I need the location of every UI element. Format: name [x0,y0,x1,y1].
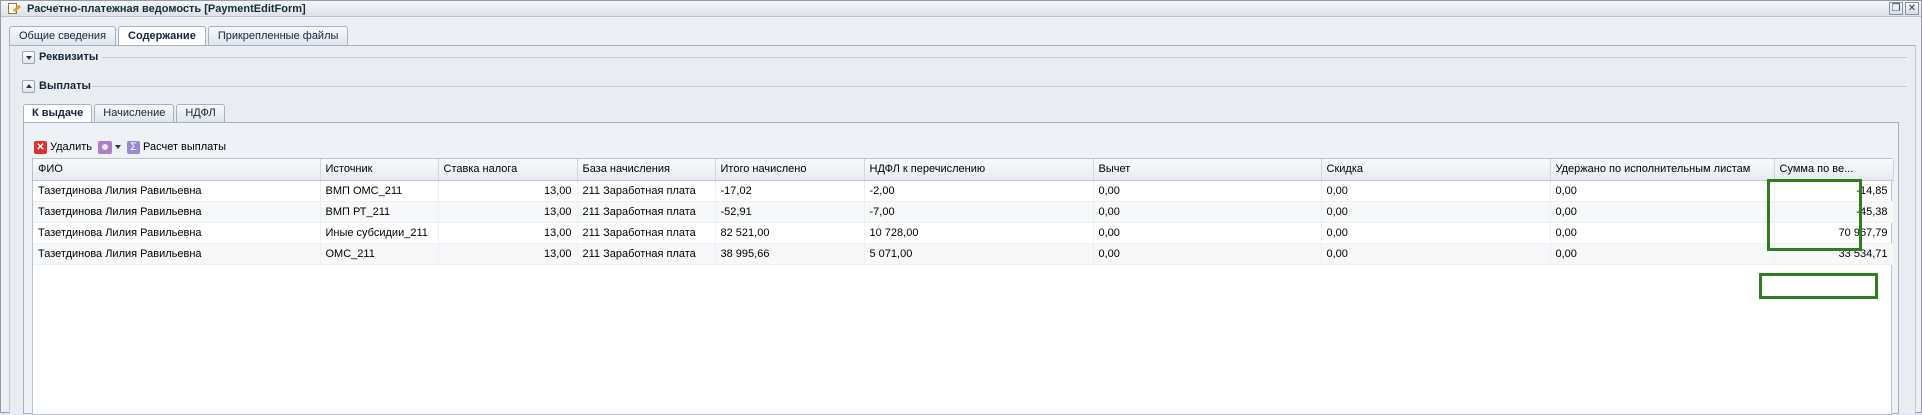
cell-fio[interactable]: Тазетдинова Лилия Равильевна [33,222,321,244]
tab-general-info[interactable]: Общие сведения [9,26,117,46]
cell-withheld-writs[interactable]: 0,00 [1550,201,1775,223]
cell-discount[interactable]: 0,00 [1321,180,1551,202]
tab-accrual[interactable]: Начисление [94,104,175,123]
cell-ndfl-transfer[interactable]: 10 728,00 [864,222,1094,244]
cell-ndfl-transfer[interactable]: -2,00 [864,180,1094,202]
cell-statement-sum[interactable]: 33 534,71 [1774,243,1894,265]
cell-deduction[interactable]: 0,00 [1093,180,1322,202]
to-be-paid-panel: ✕ Удалить Σ Расчет выплаты ФИО Источник … [23,122,1899,415]
chevron-down-icon [115,145,121,149]
cell-withheld-writs[interactable]: 0,00 [1550,180,1775,202]
payment-edit-window: Расчетно-платежная ведомость [PaymentEdi… [0,0,1922,415]
table-row[interactable]: Тазетдинова Лилия Равильевна ВМП РТ_211 … [33,201,1894,223]
calculate-payment-label: Расчет выплаты [143,141,226,153]
column-header-accrual-base[interactable]: База начисления [577,159,716,181]
cell-accrual-base[interactable]: 211 Заработная плата [577,180,716,202]
column-header-ndfl-transfer[interactable]: НДФЛ к перечислению [864,159,1094,181]
payments-label: Выплаты [39,80,91,92]
column-header-total-accrued[interactable]: Итого начислено [715,159,865,181]
cell-tax-rate[interactable]: 13,00 [438,243,578,265]
cell-deduction[interactable]: 0,00 [1093,201,1322,223]
sigma-icon: Σ [127,140,140,154]
cell-source[interactable]: ВМП ОМС_211 [320,180,439,202]
calculate-payment-button[interactable]: Σ Расчет выплаты [127,140,226,154]
collapse-payments-toggle[interactable] [22,79,35,93]
table-row[interactable]: Тазетдинова Лилия Равильевна Иные субсид… [33,222,1894,244]
cell-source[interactable]: ВМП РТ_211 [320,201,439,223]
actions-icon [98,140,112,154]
grid-toolbar: ✕ Удалить Σ Расчет выплаты [34,137,226,157]
main-tab-strip: Общие сведения Содержание Прикрепленные … [9,26,349,47]
requisites-label: Реквизиты [39,51,99,63]
cell-total-accrued[interactable]: 82 521,00 [715,222,865,244]
column-header-tax-rate[interactable]: Ставка налога [438,159,578,181]
cell-tax-rate[interactable]: 13,00 [438,222,578,244]
cell-discount[interactable]: 0,00 [1321,222,1551,244]
table-row[interactable]: Тазетдинова Лилия Равильевна ВМП ОМС_211… [33,180,1894,202]
cell-tax-rate[interactable]: 13,00 [438,201,578,223]
cell-fio[interactable]: Тазетдинова Лилия Равильевна [33,243,321,265]
cell-discount[interactable]: 0,00 [1321,201,1551,223]
grid-header-row: ФИО Источник Ставка налога База начислен… [33,159,1894,181]
restore-window-button[interactable]: ❐ [1889,2,1903,15]
payments-fieldset-header: Выплаты [22,77,91,95]
tab-ndfl[interactable]: НДФЛ [176,104,225,123]
cell-statement-sum[interactable]: 70 967,79 [1774,222,1894,244]
cell-fio[interactable]: Тазетдинова Лилия Равильевна [33,180,321,202]
cell-tax-rate[interactable]: 13,00 [438,180,578,202]
tab-contents[interactable]: Содержание [118,26,206,47]
close-window-button[interactable]: ✕ [1905,2,1919,15]
payments-grid: ФИО Источник Ставка налога База начислен… [32,158,1894,415]
cell-total-accrued[interactable]: 38 995,66 [715,243,865,265]
payments-tab-strip: К выдаче Начисление НДФЛ [23,104,225,124]
requisites-divider [102,57,1907,58]
title-bar[interactable]: Расчетно-платежная ведомость [PaymentEdi… [1,1,1921,17]
edit-document-icon [7,2,22,15]
cell-total-accrued[interactable]: -17,02 [715,180,865,202]
cell-deduction[interactable]: 0,00 [1093,222,1322,244]
tab-to-be-paid[interactable]: К выдаче [23,104,93,124]
column-header-fio[interactable]: ФИО [33,159,321,181]
window-title: Расчетно-платежная ведомость [PaymentEdi… [27,2,306,15]
column-header-source[interactable]: Источник [320,159,439,181]
cell-fio[interactable]: Тазетдинова Лилия Равильевна [33,201,321,223]
cell-discount[interactable]: 0,00 [1321,243,1551,265]
column-header-statement-sum[interactable]: Сумма по ве... [1774,159,1894,181]
cell-statement-sum[interactable]: -45,38 [1774,201,1894,223]
cell-ndfl-transfer[interactable]: 5 071,00 [864,243,1094,265]
cell-accrual-base[interactable]: 211 Заработная плата [577,222,716,244]
tab-attached-files[interactable]: Прикрепленные файлы [207,26,349,46]
actions-menu-button[interactable] [98,140,121,154]
cell-ndfl-transfer[interactable]: -7,00 [864,201,1094,223]
cell-accrual-base[interactable]: 211 Заработная плата [577,201,716,223]
expand-requisites-toggle[interactable] [22,50,35,64]
payments-section: К выдаче Начисление НДФЛ ✕ Удалить Σ Рас… [23,98,1899,415]
column-header-withheld-writs[interactable]: Удержано по исполнительным листам [1550,159,1775,181]
cell-withheld-writs[interactable]: 0,00 [1550,243,1775,265]
table-row[interactable]: Тазетдинова Лилия Равильевна ОМС_211 13,… [33,243,1894,265]
cell-deduction[interactable]: 0,00 [1093,243,1322,265]
requisites-fieldset-header: Реквизиты [22,48,98,66]
delete-label: Удалить [50,141,92,153]
cell-total-accrued[interactable]: -52,91 [715,201,865,223]
delete-icon: ✕ [34,140,47,154]
cell-source[interactable]: ОМС_211 [320,243,439,265]
payments-table: ФИО Источник Ставка налога База начислен… [33,159,1894,265]
payments-divider [92,86,1907,87]
column-header-discount[interactable]: Скидка [1321,159,1551,181]
column-header-deduction[interactable]: Вычет [1093,159,1322,181]
cell-withheld-writs[interactable]: 0,00 [1550,222,1775,244]
cell-statement-sum[interactable]: -14,85 [1774,180,1894,202]
cell-accrual-base[interactable]: 211 Заработная плата [577,243,716,265]
delete-button[interactable]: ✕ Удалить [34,140,92,154]
cell-source[interactable]: Иные субсидии_211 [320,222,439,244]
